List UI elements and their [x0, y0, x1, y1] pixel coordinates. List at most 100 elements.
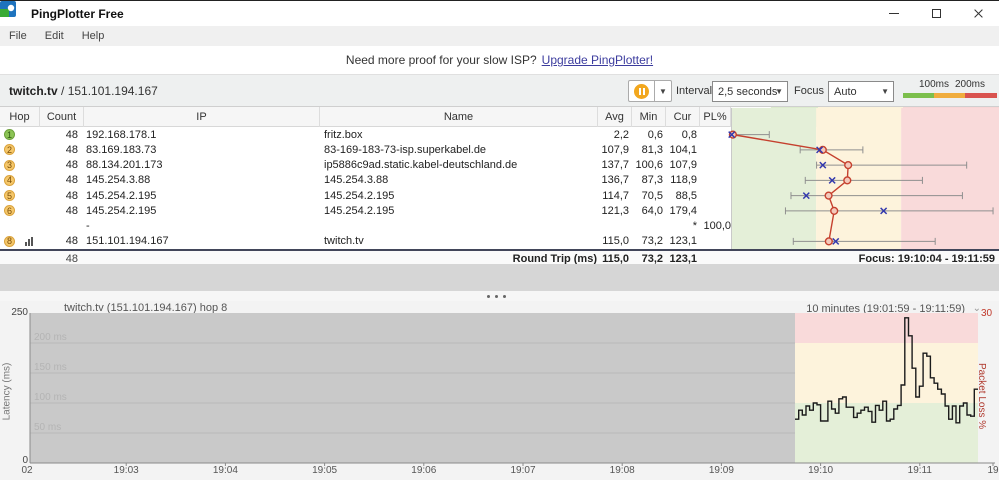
table-row[interactable]: 1 48 192.168.178.1 fritz.box 2,2 0,6 0,8	[0, 127, 731, 142]
pane-splitter[interactable]	[0, 264, 999, 291]
menu-edit[interactable]: Edit	[36, 26, 73, 46]
splitter-handle-icon[interactable]	[487, 295, 506, 298]
pl-cell	[700, 173, 731, 188]
timeline-graph-icon[interactable]	[25, 236, 33, 246]
latency-zone	[901, 108, 999, 249]
col-header-min[interactable]: Min	[632, 107, 666, 127]
x-tick-label: 19:05	[312, 465, 338, 476]
col-header-name[interactable]: Name	[320, 107, 598, 127]
scale-green-segment	[903, 93, 934, 98]
col-header-pl[interactable]: PL%	[700, 107, 731, 127]
upgrade-link[interactable]: Upgrade PingPlotter!	[542, 53, 653, 67]
table-row[interactable]: 3 48 88.134.201.173 ip5886c9ad.static.kabel…	[0, 158, 731, 173]
pl-cell	[700, 234, 731, 249]
chevron-down-icon: ▼	[775, 87, 783, 96]
col-header-ip[interactable]: IP	[84, 107, 320, 127]
col-header-avg[interactable]: Avg	[598, 107, 632, 127]
pause-dropdown-button[interactable]: ▼	[655, 80, 672, 102]
name-cell: fritz.box	[324, 128, 363, 141]
min-cell	[632, 219, 663, 234]
avg-cell	[598, 219, 629, 234]
gridline-label: 200 ms	[34, 332, 67, 343]
latency-zone	[816, 108, 902, 249]
x-tick-label: 19	[987, 465, 999, 476]
avg-latency-point	[830, 206, 839, 215]
pl-cell: 100,0	[703, 220, 731, 233]
hop-number-badge: 4	[4, 174, 15, 186]
min-cell: 70,5	[641, 189, 663, 202]
hop-number-badge: 5	[4, 190, 15, 202]
hop-number-badge: 2	[4, 144, 15, 156]
avg-latency-point	[824, 191, 833, 200]
min-cell: 64,0	[641, 204, 663, 217]
menu-help[interactable]: Help	[73, 26, 114, 46]
target-summary[interactable]: twitch.tv / 151.101.194.167	[9, 84, 158, 98]
app-icon	[0, 1, 24, 22]
menu-file[interactable]: File	[0, 26, 36, 46]
timeline-chart[interactable]	[0, 301, 999, 480]
hop-cell: 1	[0, 127, 40, 142]
maximize-button[interactable]	[915, 1, 957, 26]
trace-latency-chart[interactable]	[728, 108, 999, 249]
focus-value: Auto	[834, 85, 857, 98]
cur-cell: 104,1	[669, 143, 697, 156]
pl-cell	[700, 158, 731, 173]
table-row[interactable]: 6 48 145.254.2.195 145.254.2.195 121,3 64,0 17…	[0, 203, 731, 218]
name-cell: ip5886c9ad.static.kabel-deutschland.de	[324, 159, 518, 172]
table-row[interactable]: 5 48 145.254.2.195 145.254.2.195 114,7 70,5 88…	[0, 188, 731, 203]
avg-latency-point	[843, 176, 852, 185]
gridline-label: 150 ms	[34, 362, 67, 373]
col-header-hop[interactable]: Hop	[0, 107, 40, 127]
avg-cell: 136,7	[601, 174, 629, 187]
x-tick-label: 19:04	[212, 465, 238, 476]
table-row[interactable]: 8 48 151.101.194.167 twitch.tv 115,0 73,2 123,…	[0, 234, 731, 249]
close-button[interactable]	[957, 1, 999, 26]
name-cell	[324, 219, 594, 234]
packet-loss-axis-title: Packet Loss %	[976, 363, 987, 430]
cur-cell: 88,5	[675, 189, 697, 202]
gridline-label: 100 ms	[34, 392, 67, 403]
history-region	[30, 313, 795, 463]
minimize-button[interactable]	[873, 1, 915, 26]
interval-select[interactable]: 2,5 seconds ▼	[712, 81, 788, 102]
scale-orange-segment	[934, 93, 965, 98]
count-cell: 48	[65, 128, 78, 141]
cur-cell: 118,9	[670, 174, 697, 187]
cur-cell: 123,1	[669, 235, 697, 248]
gridline-label: 50 ms	[34, 422, 62, 433]
name-cell: 145.254.3.88	[324, 174, 389, 187]
avg-cell: 115,0	[602, 235, 629, 248]
avg-latency-point	[824, 237, 833, 246]
scale-100ms-label: 100ms	[919, 79, 950, 90]
hop-number-badge: 1	[4, 129, 15, 141]
focus-select[interactable]: Auto ▼	[828, 81, 894, 102]
name-cell: 83-169-183-73-isp.superkabel.de	[324, 143, 487, 156]
scale-200ms-label: 200ms	[955, 79, 986, 90]
ip-cell: 83.169.183.73	[86, 143, 157, 156]
hop-number-badge: 8	[4, 235, 15, 247]
hop-cell	[0, 219, 40, 234]
min-cell: 73,2	[641, 235, 663, 248]
hop-cell: 5	[0, 188, 40, 203]
pl-cell	[700, 203, 731, 218]
min-cell: 100,6	[635, 159, 663, 172]
hop-number-badge: 3	[4, 159, 15, 171]
col-header-count[interactable]: Count	[40, 107, 84, 127]
col-header-cur[interactable]: Cur	[666, 107, 700, 127]
focus-label: Focus	[794, 85, 824, 97]
menu-bar: File Edit Help	[0, 26, 999, 46]
table-row[interactable]: 4 48 145.254.3.88 145.254.3.88 136,7 87,3 118,…	[0, 173, 731, 188]
avg-latency-point	[844, 161, 853, 170]
table-row[interactable]: - * 100,0	[0, 219, 731, 234]
table-row[interactable]: 2 48 83.169.183.73 83-169-183-73-isp.superk…	[0, 142, 731, 157]
trace-table-footer: 48 Round Trip (ms) 115,0 73,2 123,1 Focu…	[0, 249, 999, 265]
min-cell: 0,6	[647, 128, 663, 141]
count-cell: 48	[65, 189, 78, 202]
maximize-icon	[931, 9, 941, 18]
scale-red-segment	[965, 93, 997, 98]
window-title: PingPlotter Free	[31, 6, 124, 21]
ip-cell: 145.254.2.195	[86, 189, 157, 202]
pause-button[interactable]	[628, 80, 655, 102]
ip-cell: 145.254.3.88	[86, 174, 151, 187]
hop-cell: 4	[0, 173, 40, 188]
